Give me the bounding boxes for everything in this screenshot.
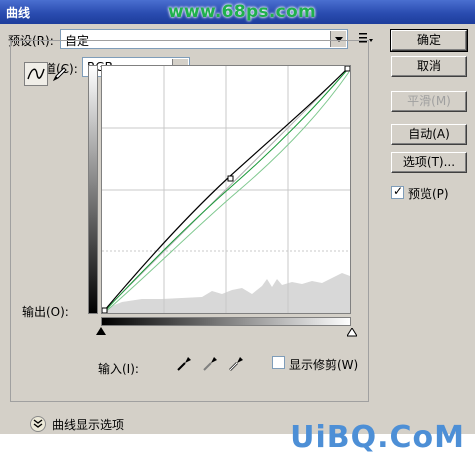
window-title: 曲线 <box>6 6 31 20</box>
white-point-slider[interactable] <box>346 326 358 337</box>
gray-eyedropper-icon[interactable] <box>202 354 220 372</box>
show-clipping-label: 显示修剪(W) <box>289 358 359 372</box>
pencil-icon[interactable] <box>50 64 70 84</box>
white-eyedropper-icon[interactable] <box>228 354 246 372</box>
input-label: 输入(I): <box>98 362 139 376</box>
output-label: 输出(O): <box>22 305 69 319</box>
input-gradient-bar <box>101 317 351 326</box>
check-icon: ✓ <box>393 184 404 198</box>
curve-graph[interactable] <box>101 65 351 314</box>
preview-checkbox[interactable]: ✓ <box>391 184 404 199</box>
ok-button[interactable]: 确定 <box>390 29 468 52</box>
output-gradient-bar <box>88 65 98 314</box>
show-clipping-checkbox[interactable] <box>272 356 285 369</box>
watermark-top: www.68ps.com <box>168 2 316 22</box>
auto-button[interactable]: 自动(A) <box>391 124 467 145</box>
options-button[interactable]: 选项(T)... <box>391 152 467 173</box>
black-eyedropper-icon[interactable] <box>176 354 194 372</box>
black-point-slider[interactable] <box>96 327 106 335</box>
curve-tool-icon[interactable] <box>24 62 48 86</box>
preview-label: 预览(P) <box>408 187 449 201</box>
smooth-button[interactable]: 平滑(M) <box>391 91 467 112</box>
curve-display-options-label[interactable]: 曲线显示选项 <box>52 416 124 433</box>
watermark-bottom: UiBQ.CoM <box>290 420 465 455</box>
double-chevron-down-icon[interactable] <box>30 416 46 432</box>
cancel-button[interactable]: 取消 <box>391 56 467 77</box>
title-bar: 曲线 www.68ps.com <box>0 0 475 24</box>
